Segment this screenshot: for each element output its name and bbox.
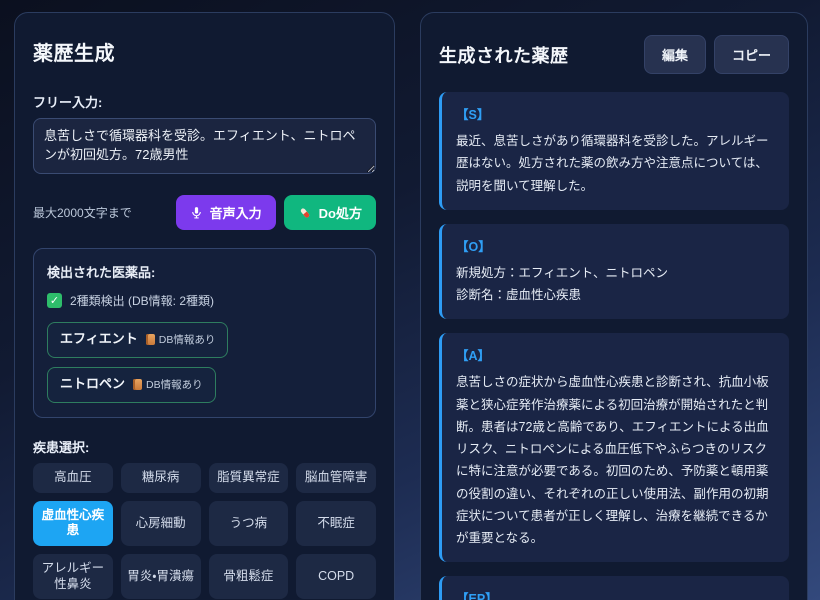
medication-tags: エフィエントDB情報ありニトロペンDB情報あり (47, 322, 362, 403)
do-prescription-button[interactable]: Do処方 (284, 195, 376, 230)
db-info-badge-label: DB情報あり (159, 332, 216, 347)
edit-button[interactable]: 編集 (644, 35, 706, 74)
db-info-badge-label: DB情報あり (146, 377, 203, 392)
disease-grid: 高血圧糖尿病脂質異常症脳血管障害虚血性心疾患心房細動うつ病不眠症アレルギー性鼻炎… (33, 463, 376, 600)
soap-section-label: 【O】 (456, 236, 775, 255)
soap-section-S: 【S】最近、息苦しさがあり循環器科を受診した。アレルギー歴はない。処方された薬の… (439, 92, 789, 210)
pill-icon (298, 206, 312, 220)
voice-input-label: 音声入力 (210, 203, 262, 222)
soap-section-EP: 【EP】エフィエントは血栓を予防し心筋梗塞などを防ぐ重要な薬であるため、毎日忘れ… (439, 576, 789, 600)
db-info-badge: DB情報あり (146, 332, 216, 347)
soap-section-A: 【A】息苦しさの症状から虚血性心疾患と診断され、抗血小板薬と狭心症発作治療薬によ… (439, 333, 789, 562)
ledger-icon (133, 379, 142, 390)
detection-summary-row: ✓ 2種類検出 (DB情報: 2種類) (47, 292, 362, 309)
soap-section-O: 【O】新規処方：エフィエント、ニトロペン 診断名：虚血性心疾患 (439, 224, 789, 320)
disease-chip[interactable]: 脂質異常症 (209, 463, 289, 493)
ledger-icon (146, 334, 155, 345)
detected-medications-box: 検出された医薬品: ✓ 2種類検出 (DB情報: 2種類) エフィエント DB情報… (33, 248, 376, 418)
voice-input-button[interactable]: 音声入力 (176, 195, 276, 230)
input-footer-row: 最大2000文字まで 音声入力 (33, 195, 376, 230)
db-info-badge: DB情報あり (133, 377, 203, 392)
soap-section-text: 息苦しさの症状から虚血性心疾患と診断され、抗血小板薬と狭心症発作治療薬による初回… (456, 371, 775, 549)
medication-name: エフィエント (60, 331, 138, 348)
generator-panel: 薬歴生成 フリー入力: 息苦しさで循環器科を受診。エフィエント、ニトロペンが初回… (14, 12, 395, 600)
generated-record-title: 生成された薬歴 (439, 42, 569, 68)
generated-record-header: 生成された薬歴 編集 コピー (439, 35, 789, 74)
copy-button[interactable]: コピー (714, 35, 789, 74)
page-title: 薬歴生成 (33, 37, 376, 66)
checkmark-icon[interactable]: ✓ (47, 293, 62, 308)
disease-chip[interactable]: 心房細動 (121, 501, 201, 546)
medication-tag: ニトロペン DB情報あり (47, 367, 216, 403)
disease-chip[interactable]: COPD (296, 554, 376, 599)
disease-chip[interactable]: 胃炎・胃潰瘍 (121, 554, 201, 599)
free-input-textarea[interactable]: 息苦しさで循環器科を受診。エフィエント、ニトロペンが初回処方。72歳男性 (33, 118, 376, 174)
soap-section-text: 最近、息苦しさがあり循環器科を受診した。アレルギー歴はない。処方された薬の飲み方… (456, 130, 775, 197)
disease-chip[interactable]: アレルギー性鼻炎 (33, 554, 113, 599)
disease-chip[interactable]: 高血圧 (33, 463, 113, 493)
action-buttons: 音声入力 Do処方 (176, 195, 376, 230)
disease-select-label: 疾患選択: (33, 437, 376, 456)
soap-section-label: 【EP】 (456, 588, 775, 600)
medication-name: ニトロペン (60, 376, 125, 393)
detection-summary: 2種類検出 (DB情報: 2種類) (70, 292, 214, 309)
soap-sections: 【S】最近、息苦しさがあり循環器科を受診した。アレルギー歴はない。処方された薬の… (439, 92, 789, 600)
detected-medications-title: 検出された医薬品: (47, 262, 362, 281)
disease-chip[interactable]: 不眠症 (296, 501, 376, 546)
generated-record-panel: 生成された薬歴 編集 コピー 【S】最近、息苦しさがあり循環器科を受診した。アレ… (420, 12, 808, 600)
medication-tag: エフィエント DB情報あり (47, 322, 228, 358)
soap-section-label: 【A】 (456, 345, 775, 364)
do-prescription-label: Do処方 (319, 203, 362, 222)
soap-section-text: 新規処方：エフィエント、ニトロペン 診断名：虚血性心疾患 (456, 262, 775, 307)
disease-chip[interactable]: うつ病 (209, 501, 289, 546)
record-header-buttons: 編集 コピー (644, 35, 789, 74)
disease-chip[interactable]: 虚血性心疾患 (33, 501, 113, 546)
free-input-label: フリー入力: (33, 92, 376, 111)
disease-chip[interactable]: 脳血管障害 (296, 463, 376, 493)
microphone-icon (190, 206, 203, 219)
disease-chip[interactable]: 骨粗鬆症 (209, 554, 289, 599)
soap-section-label: 【S】 (456, 104, 775, 123)
disease-chip[interactable]: 糖尿病 (121, 463, 201, 493)
max-chars-note: 最大2000文字まで (33, 204, 132, 221)
